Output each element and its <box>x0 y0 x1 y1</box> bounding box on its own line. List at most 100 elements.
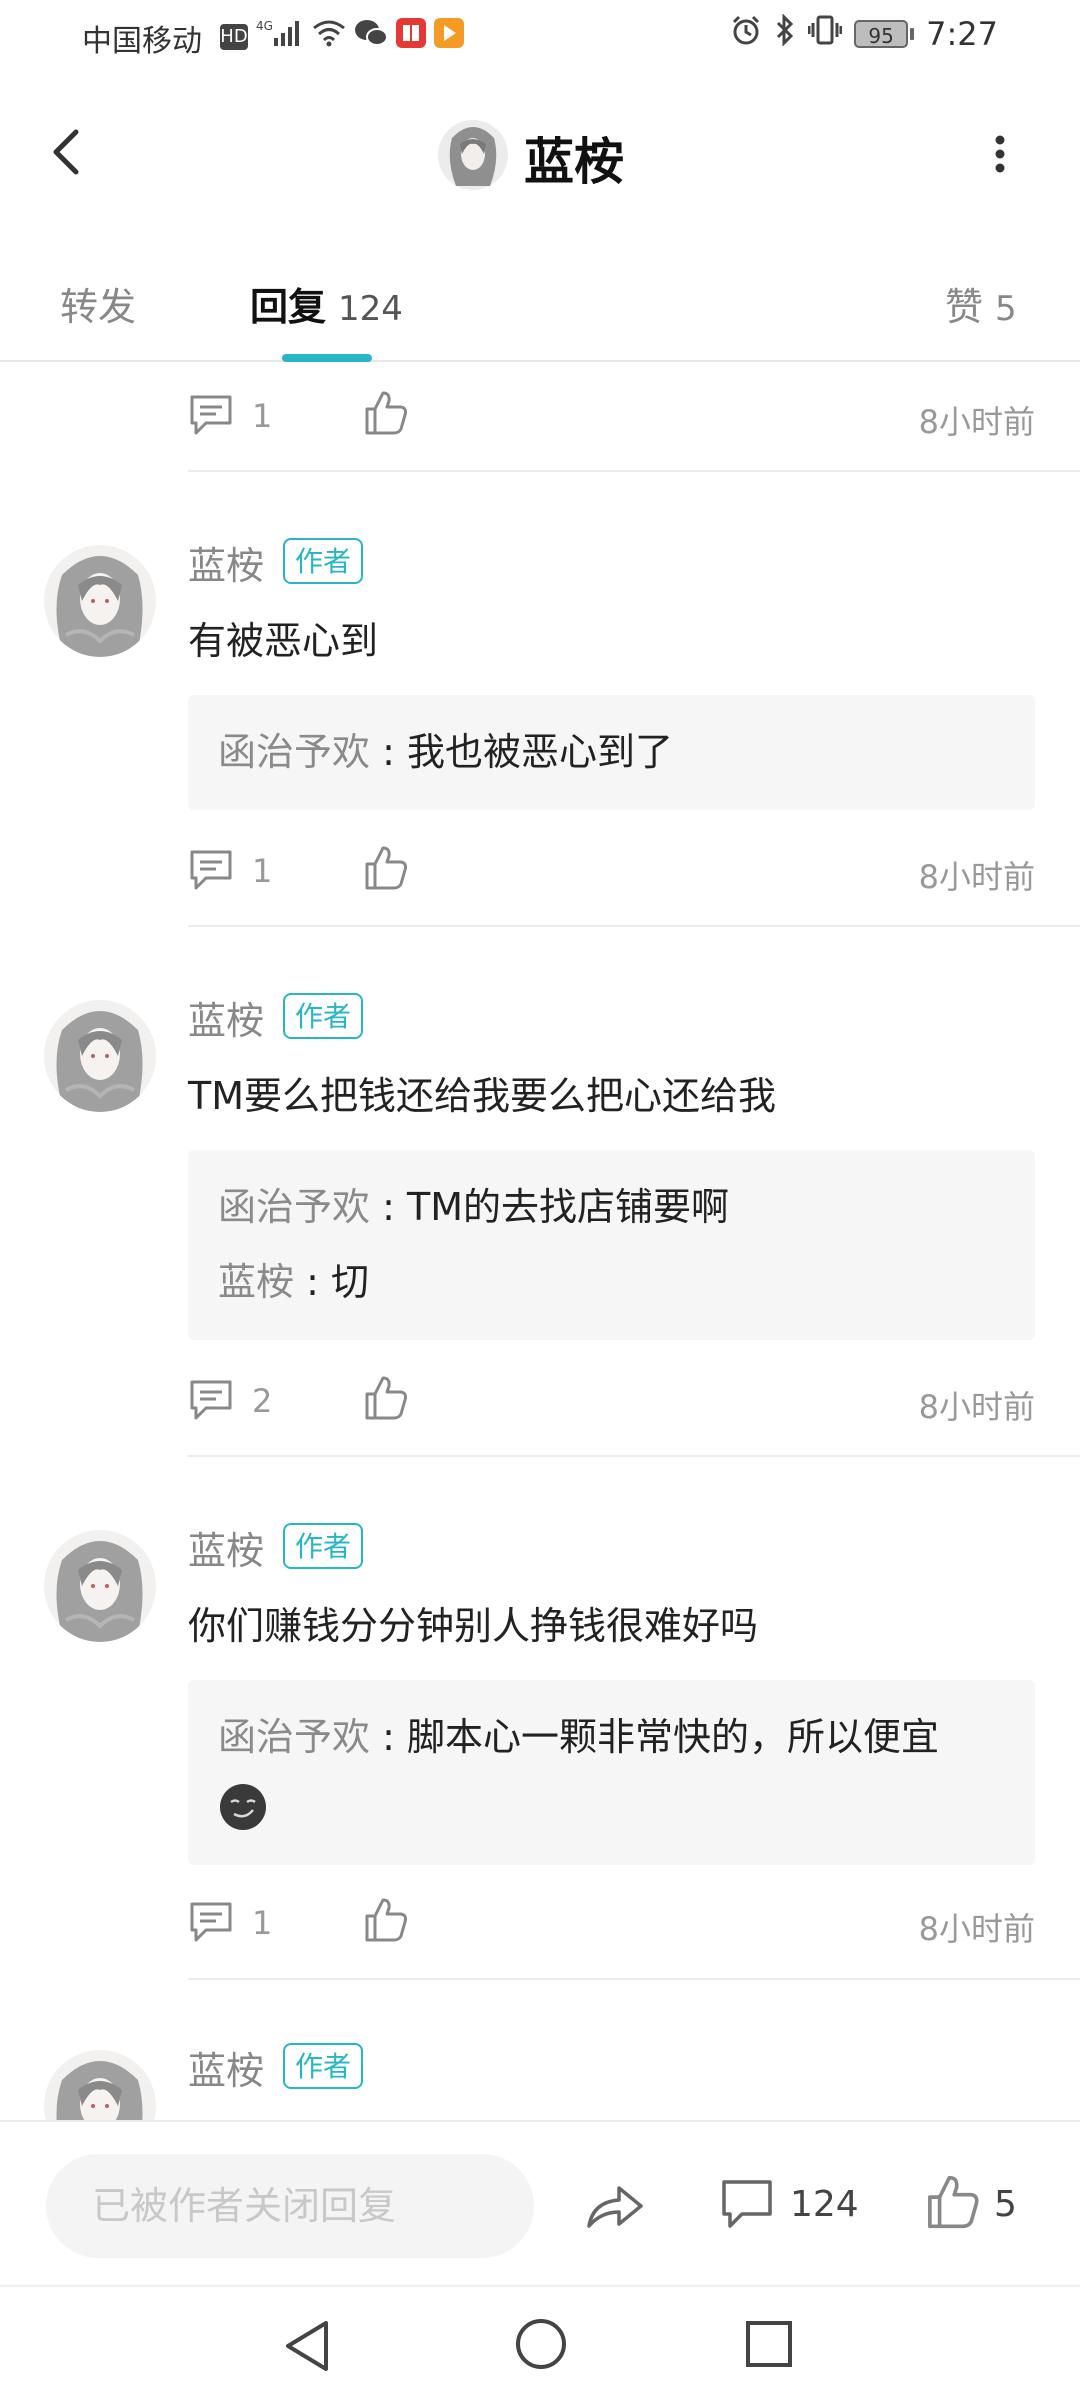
reply-count: 1 <box>252 1904 273 1942</box>
share-button[interactable] <box>585 2180 645 2232</box>
comment-icon[interactable] <box>188 393 234 437</box>
comments-count: 124 <box>790 2184 859 2225</box>
like-icon[interactable] <box>363 1896 409 1944</box>
comment-icon[interactable] <box>188 1900 234 1944</box>
divider <box>188 470 1080 472</box>
like-icon[interactable] <box>363 844 409 892</box>
reply-line: 函治予欢 : 我也被恶心到了 <box>218 725 1005 779</box>
like-icon[interactable] <box>363 389 409 437</box>
tab-count: 124 <box>338 289 403 329</box>
comments-button[interactable] <box>720 2178 774 2232</box>
more-vertical-icon <box>995 135 1005 173</box>
reply-preview-box[interactable]: 函治予欢 : 脚本心一颗非常快的，所以便宜 <box>188 1680 1035 1865</box>
system-nav-bar <box>0 2285 1080 2400</box>
avatar-image <box>438 120 508 190</box>
share-arrow-icon <box>587 2186 643 2228</box>
author-badge: 作者 <box>283 2043 364 2089</box>
nav-back-icon[interactable] <box>282 2319 332 2373</box>
reply-count: 1 <box>252 397 273 435</box>
wifi-icon <box>312 19 346 55</box>
author-name[interactable]: 蓝桉 <box>188 1520 264 1575</box>
smirk-emoji-icon <box>220 1784 266 1830</box>
tab-bar: 转发 回复 124 赞5 <box>0 232 1080 362</box>
reply-separator: : <box>294 1260 331 1304</box>
author-badge: 作者 <box>283 1523 364 1569</box>
bluetooth-icon <box>774 13 796 54</box>
timestamp: 8小时前 <box>918 403 1035 441</box>
video-app-icon <box>434 18 464 56</box>
like-button[interactable] <box>925 2172 981 2232</box>
comment-text[interactable]: 你们赚钱分分钟别人挣钱很难好吗 <box>188 1595 758 1650</box>
tab-label: 回复 <box>250 285 327 329</box>
more-options-button[interactable] <box>975 124 1025 184</box>
comment-icon[interactable] <box>188 1378 234 1422</box>
tab-count: 5 <box>995 289 1017 329</box>
nav-home-icon[interactable] <box>514 2317 568 2371</box>
reply-separator: : <box>370 1715 407 1759</box>
comment-icon[interactable] <box>188 848 234 892</box>
bottom-action-bar: 已被作者关闭回复 124 5 <box>0 2120 1080 2285</box>
action-row: 1 8小时前 <box>188 385 1035 445</box>
tab-reply[interactable]: 回复 124 <box>250 276 403 331</box>
reply-author: 函治予欢 <box>218 1715 371 1759</box>
nav-recents-icon[interactable] <box>744 2319 794 2369</box>
hd-icon: HD <box>220 24 248 50</box>
reply-text: 切 <box>330 1260 369 1304</box>
divider <box>188 1455 1080 1457</box>
alarm-icon <box>730 14 762 54</box>
divider <box>188 1978 1080 1980</box>
avatar[interactable] <box>44 545 156 657</box>
back-button[interactable] <box>40 122 100 182</box>
reply-author: 蓝桉 <box>218 1260 295 1304</box>
action-row: 2 8小时前 <box>188 1370 1035 1430</box>
avatar[interactable] <box>44 1530 156 1642</box>
tab-label: 转发 <box>60 285 137 329</box>
comment-text[interactable]: TM要么把钱还给我要么把心还给我 <box>188 1065 776 1120</box>
timestamp: 8小时前 <box>918 858 1035 896</box>
clock: 7:27 <box>926 15 998 53</box>
reply-text: TM的去找店铺要啊 <box>406 1185 729 1229</box>
comment-text[interactable]: 有被恶心到 <box>188 610 378 665</box>
author-name[interactable]: 蓝桉 <box>188 2040 264 2095</box>
carrier-label: 中国移动 <box>82 24 202 59</box>
action-row: 1 8小时前 <box>188 1892 1035 1952</box>
like-icon[interactable] <box>363 1374 409 1422</box>
action-row: 1 8小时前 <box>188 840 1035 900</box>
book-app-icon <box>396 18 426 56</box>
back-arrow-icon <box>53 129 79 175</box>
thumbs-up-icon <box>925 2172 981 2232</box>
reply-count: 2 <box>252 1382 273 1420</box>
tab-label: 赞 <box>945 285 984 329</box>
battery-level: 95 <box>854 20 909 48</box>
author-badge: 作者 <box>283 993 364 1039</box>
comment-bubble-icon <box>722 2180 772 2228</box>
svg-text:4G: 4G <box>256 19 273 33</box>
reply-separator: : <box>370 1185 407 1229</box>
timestamp: 8小时前 <box>918 1910 1035 1948</box>
header: 蓝桉 <box>0 72 1080 232</box>
status-icons-left: HD 4G <box>220 18 464 56</box>
header-avatar[interactable] <box>438 120 508 190</box>
status-icons-right: 95 7:27 <box>730 13 998 54</box>
active-tab-indicator <box>282 354 372 362</box>
likes-count: 5 <box>994 2184 1017 2225</box>
tab-like[interactable]: 赞5 <box>945 276 1017 331</box>
reply-line: 函治予欢 : TM的去找店铺要啊 <box>218 1180 1005 1234</box>
page-title: 蓝桉 <box>524 133 624 191</box>
reply-preview-box[interactable]: 函治予欢 : 我也被恶心到了 <box>188 695 1035 810</box>
reply-line: 蓝桉 : 切 <box>218 1255 1005 1309</box>
tab-forward[interactable]: 转发 <box>60 276 136 331</box>
reply-author: 函治予欢 <box>218 730 371 774</box>
signal-icon: 4G <box>256 18 304 56</box>
reply-author: 函治予欢 <box>218 1185 371 1229</box>
reply-preview-box[interactable]: 函治予欢 : TM的去找店铺要啊 蓝桉 : 切 <box>188 1150 1035 1340</box>
author-name[interactable]: 蓝桉 <box>188 990 264 1045</box>
avatar[interactable] <box>44 1000 156 1112</box>
battery-icon: 95 <box>854 20 915 48</box>
reply-input[interactable]: 已被作者关闭回复 <box>46 2154 534 2258</box>
vibrate-icon <box>807 14 843 54</box>
wechat-icon <box>354 18 388 56</box>
reply-count: 1 <box>252 852 273 890</box>
author-name[interactable]: 蓝桉 <box>188 535 264 590</box>
reply-line: 函治予欢 : 脚本心一颗非常快的，所以便宜 <box>218 1710 1005 1764</box>
